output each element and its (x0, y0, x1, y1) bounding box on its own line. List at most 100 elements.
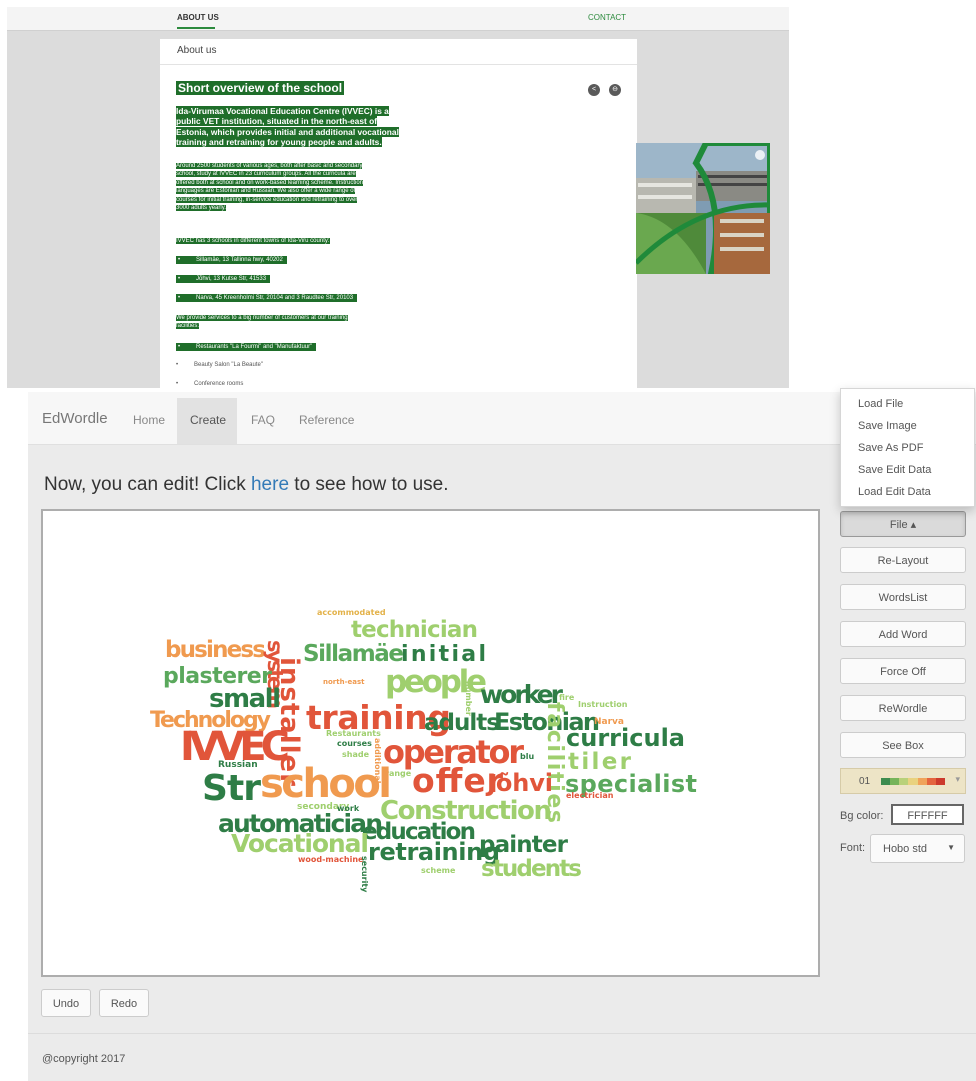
word-cloud-word[interactable]: wood-machine (298, 855, 364, 864)
bullet: • (176, 381, 179, 387)
font-select[interactable]: Hobo std ▼ (870, 834, 965, 863)
menu-save-edit-data[interactable]: Save Edit Data (858, 464, 931, 476)
para-line: 3000 adults yearly. (176, 205, 226, 212)
menu-save-image[interactable]: Save Image (858, 420, 917, 432)
bullet: • (178, 276, 181, 282)
word-cloud-word[interactable]: accommodated (317, 608, 386, 617)
list-item: • Conference rooms (176, 381, 243, 387)
palette-swatch (908, 778, 918, 785)
word-cloud-word[interactable]: Vocational (231, 829, 369, 858)
word-cloud-word[interactable]: north-east (323, 678, 365, 686)
edwordle-app: EdWordle Home Create FAQ Reference Now, … (28, 392, 976, 1081)
word-cloud-canvas[interactable]: accommodated technician business system Sill… (41, 509, 820, 977)
instruction-before: Now, you can edit! Click (44, 474, 251, 495)
word-cloud[interactable]: accommodatedtechnicianbusinesssystemSill… (43, 511, 818, 975)
palette-swatch (917, 778, 927, 785)
word-cloud-word[interactable]: Jõhvi (485, 769, 553, 797)
list-item: • Jõhvi, 13 Kutse Str, 41533 (176, 275, 271, 283)
school-website-screenshot: ABOUT US CONTACT About us Short overview… (7, 7, 789, 388)
palette-swatch (890, 778, 900, 785)
service-name: Conference rooms (194, 381, 244, 387)
intro-line: Ida-Virumaa Vocational Education Centre … (176, 106, 389, 116)
force-off-button[interactable]: Force Off (840, 658, 966, 684)
share-icon[interactable]: < (588, 84, 600, 96)
brand-logo[interactable]: EdWordle (42, 410, 108, 427)
palette-swatches (881, 778, 945, 785)
list-item: • Narva, 45 Kreenholmi Str, 20104 and 3 R… (176, 294, 358, 302)
instruction-text: Now, you can edit! Click here to see how… (44, 474, 449, 496)
palette-swatch (881, 778, 891, 785)
overview-heading: Short overview of the school (176, 81, 345, 95)
para-line: courses for initial training, in-service… (176, 196, 358, 203)
word-cloud-word[interactable]: Str (202, 768, 261, 809)
nav-faq[interactable]: FAQ (251, 413, 275, 427)
font-select-value: Hobo std (883, 843, 928, 855)
bullet: • (176, 362, 179, 368)
intro-line: Estonia, which provides initial and addi… (176, 126, 399, 137)
word-cloud-word[interactable]: Restaurants (326, 729, 381, 738)
word-cloud-word[interactable]: curricula (566, 724, 685, 752)
bg-color-label: Bg color: (840, 810, 884, 822)
nav-contact[interactable]: CONTACT (588, 13, 626, 22)
word-cloud-word[interactable]: technician (351, 617, 478, 643)
how-to-use-link[interactable]: here (251, 474, 289, 495)
word-cloud-word[interactable]: electrician (566, 791, 614, 800)
intro-text: Ida-Virumaa Vocational Education Centre … (176, 106, 430, 148)
para-line: school, study at IVVEC in 23 curriculum … (176, 171, 356, 178)
intro-line: training and retraining for young people… (176, 137, 382, 148)
list-item: • Beauty Salon "La Beaute" (176, 362, 263, 368)
list-item: • Sillamäe, 13 Tallinna hwy, 40202 (176, 256, 287, 264)
schools-intro-text: IVVEC has 3 schools in different towns o… (176, 238, 330, 244)
card-divider (160, 64, 637, 65)
word-cloud-word[interactable]: security (360, 856, 369, 893)
palette-swatch (926, 778, 936, 785)
word-cloud-word[interactable]: courses (337, 739, 372, 748)
para-line: languages are Estonian and Russian. We a… (176, 188, 356, 195)
bg-color-input[interactable]: FFFFFF (891, 804, 964, 825)
word-cloud-word[interactable]: business (165, 637, 266, 663)
menu-save-as-pdf[interactable]: Save As PDF (858, 442, 923, 454)
file-button[interactable]: File ▴ (840, 511, 966, 537)
palette-swatch (935, 778, 945, 785)
word-cloud-word[interactable]: fire (559, 693, 575, 702)
services-intro-line: facilities: (176, 323, 200, 330)
schools-intro: IVVEC has 3 schools in different towns o… (176, 237, 426, 245)
palette-number: 01 (859, 776, 871, 787)
word-cloud-word[interactable]: scheme (421, 866, 456, 875)
nav-reference[interactable]: Reference (299, 413, 354, 427)
list-item: • Restaurants "La Fourmi" and "Manufaktuu… (176, 343, 317, 351)
word-cloud-word[interactable]: school (260, 761, 392, 807)
bullet: • (178, 257, 181, 263)
palette-swatch (899, 778, 909, 785)
menu-load-edit-data[interactable]: Load Edit Data (858, 486, 931, 498)
card-title: About us (177, 45, 217, 56)
menu-load-file[interactable]: Load File (858, 398, 903, 410)
services-intro-line: We provide services to a big number of c… (176, 315, 348, 321)
nav-home[interactable]: Home (133, 413, 165, 427)
wordslist-button[interactable]: WordsList (840, 584, 966, 610)
word-cloud-word[interactable]: shade (342, 750, 370, 759)
see-box-button[interactable]: See Box (840, 732, 966, 758)
service-name: Restaurants "La Fourmi" and "Manufaktuur… (196, 344, 313, 350)
school-address: Sillamäe, 13 Tallinna hwy, 40202 (196, 257, 283, 263)
redo-button[interactable]: Redo (99, 989, 149, 1017)
word-cloud-word[interactable]: blu (520, 752, 534, 761)
nav-active-underline (177, 27, 215, 29)
relayout-button[interactable]: Re-Layout (840, 547, 966, 573)
add-word-button[interactable]: Add Word (840, 621, 966, 647)
print-icon[interactable]: ⊖ (609, 84, 621, 96)
school-top-nav: ABOUT US CONTACT (7, 7, 789, 31)
rewordle-button[interactable]: ReWordle (840, 695, 966, 721)
bullet: • (178, 295, 181, 301)
school-address: Narva, 45 Kreenholmi Str, 20104 and 3 Ra… (196, 295, 354, 301)
para-line: Around 2500 students of various ages, bo… (176, 163, 363, 169)
service-name: Beauty Salon "La Beaute" (194, 362, 263, 368)
instruction-after: to see how to use. (289, 474, 449, 495)
color-palette-select[interactable]: 01 ▾ (840, 768, 966, 794)
caret-down-icon: ▼ (947, 843, 955, 852)
word-cloud-word[interactable]: students (481, 856, 582, 882)
nav-about-us[interactable]: ABOUT US (177, 13, 219, 22)
nav-create[interactable]: Create (190, 413, 226, 427)
footer-divider (28, 1033, 976, 1034)
undo-button[interactable]: Undo (41, 989, 91, 1017)
